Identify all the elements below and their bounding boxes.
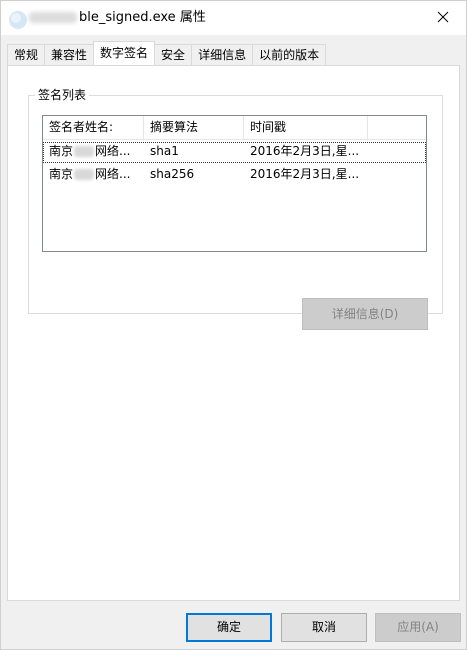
signer-name-cell: 南京 网络... — [43, 165, 144, 186]
details-button[interactable]: 详细信息(D) — [302, 298, 428, 330]
ok-button[interactable]: 确定 — [186, 613, 272, 642]
tab-general[interactable]: 常规 — [7, 44, 46, 65]
cancel-button[interactable]: 取消 — [281, 613, 367, 642]
window-title: ble_signed.exe 属性 — [79, 10, 206, 25]
tab-compatibility[interactable]: 兼容性 — [44, 44, 95, 65]
apply-button[interactable]: 应用(A) — [375, 613, 461, 642]
signer-name-prefix: 南京 — [49, 167, 74, 181]
algorithm-cell: sha256 — [150, 167, 195, 181]
close-button[interactable] — [420, 1, 466, 33]
file-icon — [7, 8, 29, 30]
redacted-text — [74, 146, 95, 157]
signer-name-prefix: 南京 — [49, 144, 74, 158]
close-icon — [437, 11, 449, 23]
signature-list[interactable]: 签名者姓名: 摘要算法 时间戳 南京 网络... sha1 2016年2月3日,星… — [42, 115, 427, 252]
algorithm-cell: sha1 — [150, 144, 179, 158]
column-header-digest-algorithm[interactable]: 摘要算法 — [144, 116, 244, 139]
signer-name-cell: 南京 网络... — [43, 142, 144, 163]
digital-signatures-panel: 签名列表 签名者姓名: 摘要算法 时间戳 南京 网络... sha1 2016年2… — [7, 65, 460, 601]
title-bar[interactable]: ble_signed.exe 属性 — [1, 1, 466, 35]
redacted-text — [74, 169, 95, 180]
column-header-timestamp[interactable]: 时间戳 — [244, 116, 368, 139]
tab-security[interactable]: 安全 — [154, 44, 193, 65]
properties-window: ble_signed.exe 属性 常规 兼容性 数字签名 安全 详细信息 以前… — [0, 0, 467, 650]
title-redacted — [29, 12, 77, 23]
signature-row[interactable]: 南京 网络... sha1 2016年2月3日,星... — [43, 142, 426, 163]
tab-details[interactable]: 详细信息 — [191, 44, 254, 65]
signer-name-suffix: 网络... — [95, 144, 131, 158]
column-header-signer-name[interactable]: 签名者姓名: — [43, 116, 144, 139]
tab-digital-signatures[interactable]: 数字签名 — [93, 41, 156, 65]
timestamp-cell: 2016年2月3日,星... — [250, 167, 360, 181]
timestamp-cell: 2016年2月3日,星... — [250, 144, 360, 158]
tab-previous-versions[interactable]: 以前的版本 — [252, 44, 327, 65]
signature-list-label: 签名列表 — [35, 87, 90, 103]
signature-row[interactable]: 南京 网络... sha256 2016年2月3日,星... — [43, 165, 426, 186]
signer-name-suffix: 网络... — [95, 167, 131, 181]
list-header: 签名者姓名: 摘要算法 时间戳 — [43, 116, 426, 140]
tab-strip: 常规 兼容性 数字签名 安全 详细信息 以前的版本 — [7, 41, 327, 65]
signature-list-group: 签名列表 签名者姓名: 摘要算法 时间戳 南京 网络... sha1 2016年2… — [28, 87, 443, 330]
